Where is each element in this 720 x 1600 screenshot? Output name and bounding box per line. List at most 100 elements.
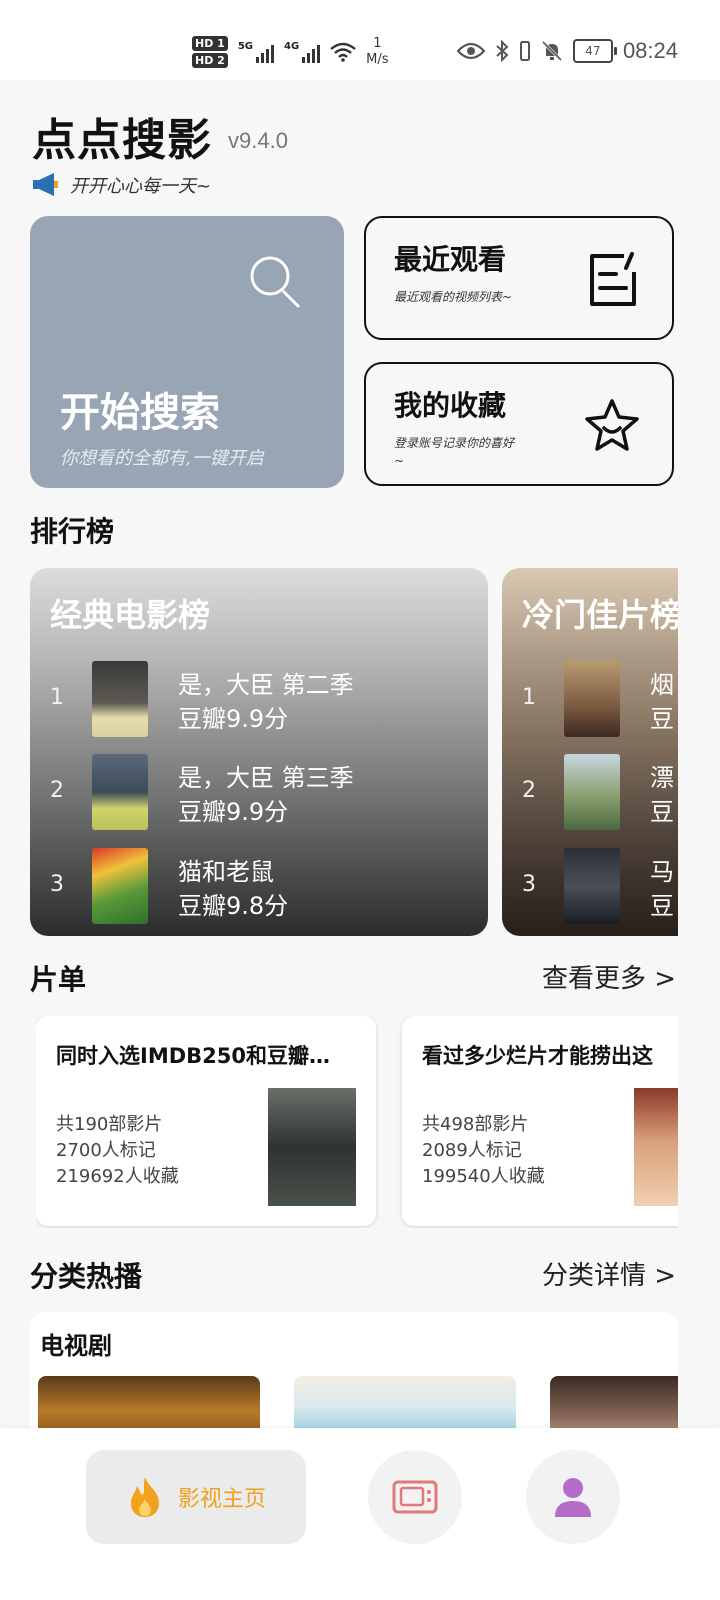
rank-number: 1: [50, 685, 64, 710]
hd1-badge: HD 1: [192, 36, 228, 51]
hd2-badge: HD 2: [192, 53, 228, 68]
note-edit-icon: [590, 252, 636, 306]
ranking-board-title: 经典电影榜: [50, 596, 211, 634]
film-list-cover: [634, 1088, 678, 1206]
film-list-marked: 2089人标记: [422, 1140, 522, 1161]
film-name: 是，大臣 第二季: [178, 671, 354, 699]
bottom-nav: 影视主页: [0, 1428, 720, 1600]
ranking-heading: 排行榜: [30, 515, 115, 548]
hd-indicators: HD 1 HD 2: [192, 36, 228, 68]
ranking-board-niche[interactable]: 冷门佳片榜 1 烟 豆 2 漂 豆 3 马 豆: [502, 568, 678, 936]
film-list-title: 同时入选IMDB250和豆瓣…: [56, 1044, 330, 1068]
ranking-board-classic[interactable]: 经典电影榜 1 是，大臣 第二季 豆瓣9.9分 2 是，大臣 第三季 豆瓣9.9…: [30, 568, 488, 936]
user-icon: [555, 1478, 591, 1517]
poster-image: [92, 848, 148, 924]
ranking-item[interactable]: 2 是，大臣 第三季 豆瓣9.9分: [30, 754, 488, 834]
film-score: 豆瓣9.9分: [178, 705, 289, 733]
film-score: 豆瓣9.8分: [178, 892, 289, 920]
film-list-cover: [268, 1088, 356, 1206]
announcement-bar[interactable]: 开开心心每一天~: [32, 172, 211, 198]
rank-number: 2: [522, 778, 536, 803]
nav-tv-tab[interactable]: [368, 1450, 462, 1544]
poster-image: [564, 754, 620, 830]
film-list-heading: 片单: [30, 963, 87, 996]
film-list-title: 看过多少烂片才能捞出这: [422, 1044, 653, 1068]
film-score: 豆: [650, 798, 674, 826]
favorites-card[interactable]: 我的收藏 登录账号记录你的喜好~: [364, 362, 674, 486]
film-name: 烟: [650, 671, 674, 699]
megaphone-icon: [33, 173, 58, 196]
ranking-item[interactable]: 2 漂 豆: [502, 754, 678, 834]
nav-home-label: 影视主页: [177, 1487, 266, 1512]
clock: 08:24: [622, 38, 678, 63]
film-score: 豆瓣9.9分: [178, 798, 289, 826]
vibrate-icon: [519, 41, 530, 61]
speed-value: 1: [373, 36, 382, 51]
search-card-title: 开始搜索: [60, 390, 220, 436]
category-panel-tv: 电视剧: [30, 1312, 678, 1442]
category-detail-link[interactable]: 分类详情 >: [542, 1255, 676, 1292]
network-speed: 1 M/s: [366, 36, 388, 68]
film-name: 是，大臣 第三季: [178, 764, 354, 792]
app-title: 点点搜影: [32, 115, 212, 166]
status-right: 47 08:24: [456, 38, 678, 64]
film-score: 豆: [650, 705, 674, 733]
flame-icon: [130, 1477, 159, 1517]
rank-number: 1: [522, 685, 536, 710]
film-name: 猫和老鼠: [178, 858, 274, 886]
tv-icon: [392, 1480, 438, 1514]
net1-label: 5G: [237, 41, 253, 52]
ranking-board-title: 冷门佳片榜: [522, 596, 678, 634]
mute-bell-icon: [541, 40, 562, 62]
battery-indicator: 47: [572, 39, 617, 63]
film-list-count: 共190部影片: [56, 1114, 163, 1135]
eye-icon: [456, 42, 485, 60]
ranking-item[interactable]: 1 是，大臣 第二季 豆瓣9.9分: [30, 661, 488, 741]
film-name: 漂: [650, 764, 674, 792]
search-card[interactable]: 开始搜索 你想看的全都有,一键开启: [30, 216, 344, 488]
ranking-item[interactable]: 1 烟 豆: [502, 661, 678, 741]
star-face-icon: [585, 399, 639, 451]
film-list-marked: 2700人标记: [56, 1140, 156, 1161]
favorites-subtitle: 登录账号记录你的喜好~: [394, 436, 515, 468]
status-left: HD 1 HD 2 5G 4G 1 M/s: [192, 30, 389, 74]
ranking-item[interactable]: 3 猫和老鼠 豆瓣9.8分: [30, 848, 488, 928]
ranking-item[interactable]: 3 马 豆: [502, 848, 678, 928]
film-score: 豆: [650, 892, 674, 920]
rank-number: 3: [522, 872, 536, 897]
speed-unit: M/s: [366, 52, 389, 67]
film-list-carousel[interactable]: 同时入选IMDB250和豆瓣… 共190部影片 2700人标记 219692人收…: [36, 1016, 678, 1228]
poster-image: [564, 661, 620, 737]
nav-profile-tab[interactable]: [526, 1450, 620, 1544]
bluetooth-icon: [496, 40, 509, 62]
film-name: 马: [650, 858, 674, 886]
recent-watch-subtitle: 最近观看的视频列表~: [394, 290, 513, 304]
film-list-card[interactable]: 同时入选IMDB250和豆瓣… 共190部影片 2700人标记 219692人收…: [36, 1016, 376, 1226]
recent-watch-title: 最近观看: [394, 243, 507, 276]
recent-watch-card[interactable]: 最近观看 最近观看的视频列表~: [364, 216, 674, 340]
poster-image: [564, 848, 620, 924]
search-card-subtitle: 你想看的全都有,一键开启: [60, 448, 264, 469]
poster-image: [92, 661, 148, 737]
search-icon: [250, 256, 300, 308]
rank-number: 2: [50, 778, 64, 803]
category-heading: 分类热播: [30, 1260, 143, 1293]
view-more-link[interactable]: 查看更多 >: [542, 958, 676, 995]
rank-number: 3: [50, 872, 64, 897]
signal-5g-icon: 5G: [238, 41, 274, 63]
poster-image: [92, 754, 148, 830]
category-panel-title: 电视剧: [40, 1332, 112, 1360]
film-list-saved: 199540人收藏: [422, 1166, 545, 1187]
announcement-text: 开开心心每一天~: [70, 176, 212, 197]
net2-label: 4G: [284, 41, 300, 52]
film-list-saved: 219692人收藏: [56, 1166, 179, 1187]
favorites-title: 我的收藏: [394, 389, 507, 422]
ranking-carousel[interactable]: 经典电影榜 1 是，大臣 第二季 豆瓣9.9分 2 是，大臣 第三季 豆瓣9.9…: [30, 568, 678, 936]
signal-4g-icon: 4G: [284, 41, 321, 63]
app-version: v9.4.0: [228, 128, 288, 153]
status-bar: HD 1 HD 2 5G 4G 1 M/s 47 08:24: [0, 0, 720, 80]
film-list-count: 共498部影片: [422, 1114, 529, 1135]
nav-home-tab[interactable]: 影视主页: [86, 1450, 306, 1544]
film-list-card[interactable]: 看过多少烂片才能捞出这 共498部影片 2089人标记 199540人收藏: [402, 1016, 678, 1226]
wifi-icon: [330, 42, 356, 62]
